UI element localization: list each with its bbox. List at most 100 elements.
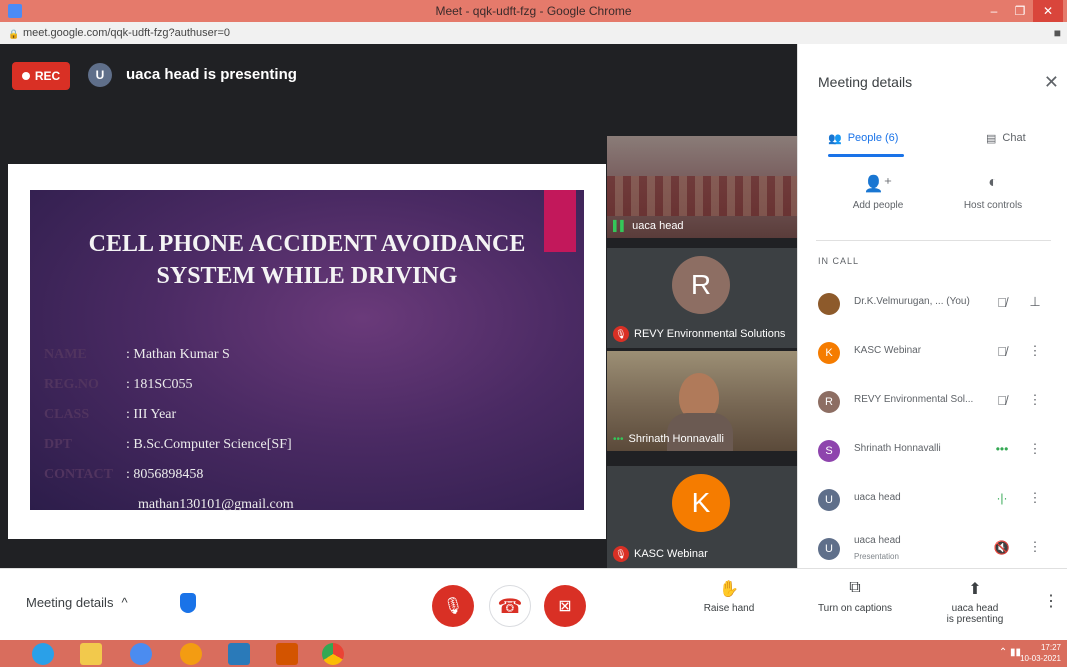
shared-screen: CELL PHONE ACCIDENT AVOIDANCE SYSTEM WHI… [8, 164, 606, 539]
avatar: U [818, 489, 840, 511]
captions-button[interactable]: ⧉ Turn on captions [805, 579, 905, 614]
mic-off-icon: 🔇 [993, 540, 1011, 555]
avatar: K [818, 342, 840, 364]
participant-tile[interactable]: ▌▌ uaca head [607, 136, 797, 238]
more-options-icon[interactable]: ⋮ [1028, 392, 1042, 408]
slide-row-key: DPT [44, 437, 72, 452]
host-controls-button[interactable]: ◐ Host controls [933, 174, 1053, 211]
list-item[interactable]: R REVY Environmental Sol... 🎙̸ ⋮ [798, 379, 1067, 428]
browser-icon[interactable] [130, 643, 152, 665]
settings-icon[interactable] [180, 643, 202, 665]
more-options-icon[interactable]: ⋮ [1028, 539, 1042, 555]
slide-row: NAME: Mathan Kumar S [44, 340, 294, 370]
slide-row: REG.NO: 181SC055 [44, 370, 294, 400]
chat-icon: ▤ [986, 132, 997, 145]
person-name: Dr.K.Velmurugan, ... (You) [854, 296, 970, 307]
slide-row-value: : B.Sc.Computer Science[SF] [126, 437, 292, 452]
meeting-details-panel: Meeting details ✕ 👥 People (6) ▤ Chat 👤⁺… [797, 44, 1067, 568]
maximize-button[interactable]: ❐ [1007, 0, 1033, 22]
divider [816, 240, 1051, 241]
person-name: Shrinath Honnavalli [854, 443, 941, 454]
close-window-button[interactable]: ✕ [1033, 0, 1063, 22]
participant-tile[interactable]: ••• Shrinath Honnavalli [607, 351, 797, 451]
chrome-icon[interactable] [322, 643, 344, 665]
tab-people[interactable]: 👥 People (6) [828, 120, 898, 156]
rec-label: REC [34, 69, 61, 83]
presenter-avatar: U [88, 63, 112, 87]
tab-chat[interactable]: ▤ Chat [986, 120, 1026, 156]
tab-chat-label: Chat [1002, 132, 1026, 144]
dots-icon: ••• [995, 442, 1009, 456]
camera-toggle-button[interactable]: ⊠ [544, 585, 586, 627]
participant-body [667, 413, 733, 451]
tile-name: Shrinath Honnavalli [628, 433, 724, 445]
leave-call-button[interactable]: ☎ [489, 585, 531, 627]
shield-icon[interactable] [180, 593, 196, 613]
system-tray[interactable]: ⌃ ▮▮ [999, 647, 1021, 658]
avatar: U [818, 538, 840, 560]
clock-date: 10-03-2021 [1020, 654, 1061, 663]
browser-menu-icon[interactable]: ■ [1054, 26, 1061, 40]
record-dot-icon [21, 72, 30, 80]
file-explorer-icon[interactable] [80, 643, 102, 665]
list-item[interactable]: Dr.K.Velmurugan, ... (You) 🎙̸ ⊥ [798, 281, 1067, 330]
url-text[interactable]: meet.google.com/qqk-udft-fzg?authuser=0 [23, 27, 230, 39]
clock-time: 17:27 [1040, 643, 1061, 652]
clock[interactable]: 17:27 10-03-2021 [1020, 642, 1061, 664]
tile-avatar: R [672, 256, 730, 314]
panel-actions: 👤⁺ Add people ◐ Host controls [798, 174, 1067, 234]
dots-icon: ••• [613, 433, 624, 445]
person-name: uaca head [854, 492, 901, 503]
list-item[interactable]: U uaca head ·|· ⋮ [798, 477, 1067, 526]
active-tab-indicator [828, 154, 904, 157]
meeting-details-label: Meeting details [26, 595, 114, 610]
participant-tile[interactable]: R 🎙 REVY Environmental Solutions [607, 248, 797, 348]
tile-name: uaca head [632, 220, 684, 232]
hang-up-icon: ☎ [497, 595, 523, 618]
slide-row-key: NAME [44, 347, 87, 362]
publisher-icon[interactable] [228, 643, 250, 665]
more-options-icon[interactable]: ⋮ [1028, 490, 1042, 506]
meeting-controls-bar: Meeting details ^ 🎙 ☎ ⊠ ✋ Raise hand ⧉ T… [0, 568, 1067, 640]
slide-row: DPT : B.Sc.Computer Science[SF] [44, 430, 294, 460]
avatar: R [818, 391, 840, 413]
mic-toggle-button[interactable]: 🎙 [432, 585, 474, 627]
presenting-text: uaca head is presenting [126, 66, 297, 83]
people-list: Dr.K.Velmurugan, ... (You) 🎙̸ ⊥ K KASC W… [798, 281, 1067, 575]
ie-icon[interactable] [32, 643, 54, 665]
presenting-line2: is presenting [946, 614, 1004, 625]
captions-label: Turn on captions [817, 603, 893, 614]
avatar [818, 293, 840, 315]
speaking-icon: ▌▌ [613, 220, 628, 232]
more-options-icon[interactable]: ⋮ [1028, 343, 1042, 359]
person-name: uaca head [854, 535, 901, 546]
present-button[interactable]: ⬆ uaca head is presenting [930, 579, 1020, 625]
slide-title: CELL PHONE ACCIDENT AVOIDANCE SYSTEM WHI… [30, 228, 584, 292]
raise-hand-button[interactable]: ✋ Raise hand [694, 579, 764, 614]
powerpoint-icon[interactable] [276, 643, 298, 665]
meeting-details-button[interactable]: Meeting details ^ [26, 595, 128, 610]
slide: CELL PHONE ACCIDENT AVOIDANCE SYSTEM WHI… [30, 190, 584, 512]
more-options-icon[interactable]: ⋮ [1028, 441, 1042, 457]
more-options-icon[interactable]: ⋮ [1043, 591, 1059, 611]
person-name: KASC Webinar [854, 345, 922, 356]
host-controls-label: Host controls [963, 200, 1023, 211]
people-icon: 👥 [828, 132, 842, 145]
slide-row: CLASS: III Year [44, 400, 294, 430]
address-bar[interactable]: 🔒 meet.google.com/qqk-udft-fzg?authuser=… [0, 22, 1067, 44]
add-people-button[interactable]: 👤⁺ Add people [818, 174, 938, 211]
slide-row-value: : 8056898458 [126, 467, 204, 482]
participant-tiles: ▌▌ uaca head R 🎙 REVY Environmental Soluti… [607, 136, 797, 568]
slide-row: CONTACT: 8056898458 [44, 460, 294, 490]
slide-row: mathan130101@gmail.com [44, 490, 294, 520]
list-item[interactable]: S Shrinath Honnavalli ••• ⋮ [798, 428, 1067, 477]
close-icon[interactable]: ✕ [1044, 72, 1059, 93]
pin-icon[interactable]: ⊥ [1028, 294, 1042, 310]
lock-icon: 🔒 [8, 28, 20, 39]
toggle-icon: ◐ [988, 174, 998, 191]
participant-tile[interactable]: K 🎙 KASC Webinar [607, 466, 797, 568]
list-item[interactable]: K KASC Webinar 🎙̸ ⋮ [798, 330, 1067, 379]
minimize-button[interactable]: – [981, 0, 1007, 22]
person-name: REVY Environmental Sol... [854, 394, 974, 405]
panel-title: Meeting details [818, 74, 913, 90]
